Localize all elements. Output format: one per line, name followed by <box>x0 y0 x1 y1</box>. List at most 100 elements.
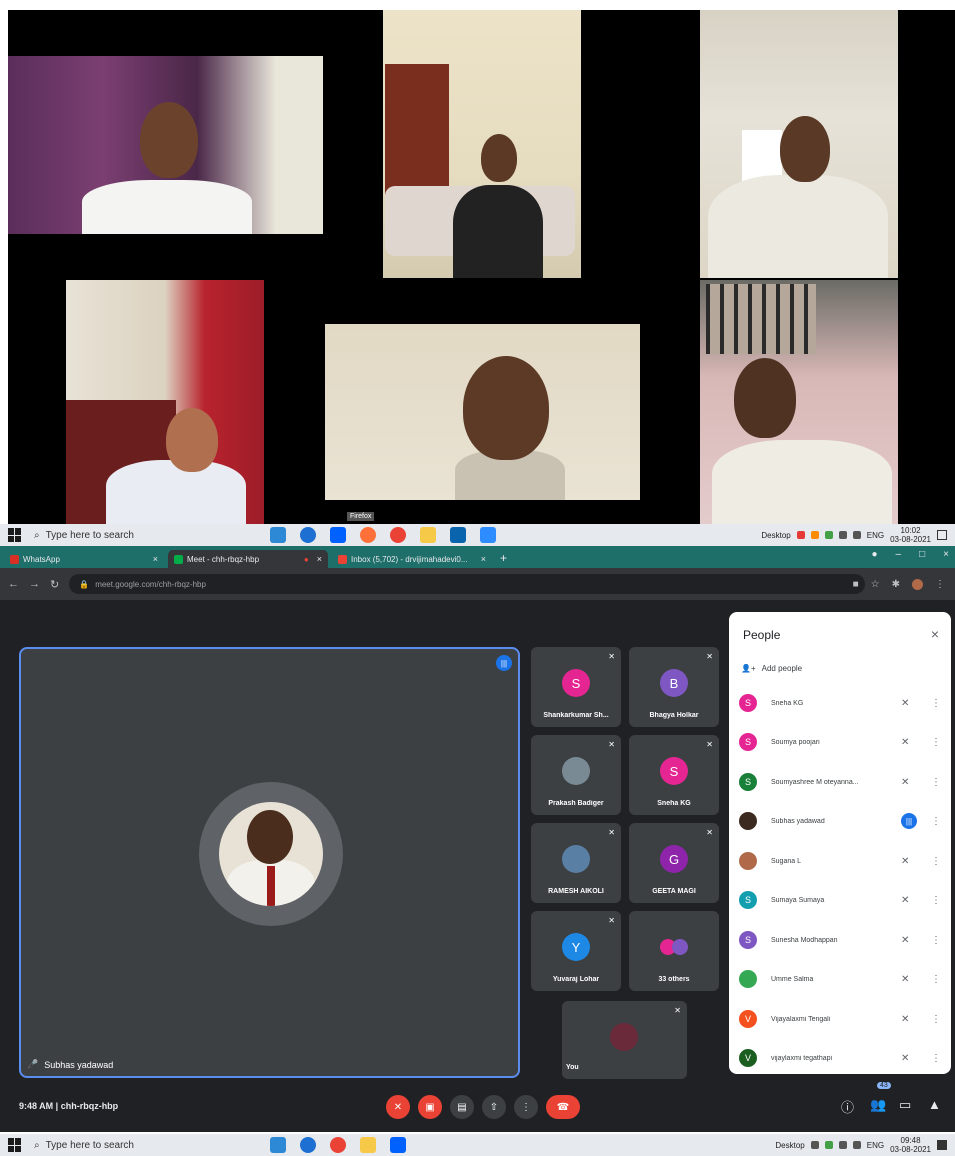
chrome-icon[interactable] <box>330 1137 346 1153</box>
more-options-icon[interactable]: ⋮ <box>931 698 941 709</box>
new-tab-button[interactable]: + <box>500 551 507 565</box>
camera-off-button[interactable]: ▣ <box>418 1095 442 1119</box>
participant-row[interactable]: S Sumaya Sumaya ✕ ⋮ <box>739 885 943 915</box>
others-tile[interactable]: 33 others <box>629 911 719 991</box>
close-icon[interactable]: × <box>931 626 939 642</box>
mic-off-icon[interactable]: ✕ <box>901 935 917 946</box>
participant-tile[interactable]: ✕ B Bhagya Holkar <box>629 647 719 727</box>
mic-off-icon[interactable]: ✕ <box>901 698 917 709</box>
captions-button[interactable]: ▤ <box>450 1095 474 1119</box>
forward-icon[interactable]: → <box>29 578 40 590</box>
dropbox-icon[interactable] <box>330 527 346 543</box>
activities-icon[interactable]: ▲ <box>928 1097 941 1112</box>
present-button[interactable]: ⇧ <box>482 1095 506 1119</box>
folder-icon[interactable] <box>360 1137 376 1153</box>
participant-tile[interactable]: ✕ S Shankarkumar Sh... <box>531 647 621 727</box>
tray-app-icon[interactable] <box>810 1141 819 1149</box>
chrome-icon[interactable] <box>390 527 406 543</box>
notification-icon[interactable] <box>937 530 947 540</box>
mic-off-button[interactable]: ✕ <box>386 1095 410 1119</box>
network-icon[interactable] <box>838 1141 847 1149</box>
participant-row[interactable]: Subhas yadawad ||| ⋮ <box>739 806 943 836</box>
file-explorer-icon[interactable] <box>270 527 286 543</box>
file-explorer-icon[interactable] <box>270 1137 286 1153</box>
close-tab-icon[interactable]: × <box>317 554 322 564</box>
mic-off-icon[interactable]: ✕ <box>901 1014 917 1025</box>
participant-row[interactable]: S Soumya poojari ✕ ⋮ <box>739 727 943 757</box>
participant-tile[interactable]: ✕ Y Yuvaraj Lohar <box>531 911 621 991</box>
avatar[interactable] <box>912 578 923 590</box>
minimize-icon[interactable]: – <box>896 549 902 560</box>
participant-row[interactable]: S Soumyashree M oteyanna... ✕ ⋮ <box>739 767 943 797</box>
participant-row[interactable]: V Vijayalaxmi Tengali ✕ ⋮ <box>739 1004 943 1034</box>
more-options-icon[interactable]: ⋮ <box>931 737 941 748</box>
windows-start-icon[interactable] <box>8 528 22 542</box>
desktop-label[interactable]: Desktop <box>761 531 790 540</box>
clock[interactable]: 09:48 03-08-2021 <box>890 1136 931 1154</box>
close-window-icon[interactable]: × <box>943 549 949 560</box>
edge-icon[interactable] <box>300 527 316 543</box>
volume-icon[interactable] <box>852 531 861 539</box>
folder-icon[interactable] <box>420 527 436 543</box>
windows-start-icon[interactable] <box>8 1138 22 1152</box>
desktop-label[interactable]: Desktop <box>775 1141 804 1150</box>
more-options-button[interactable]: ⋮ <box>514 1095 538 1119</box>
leave-call-button[interactable]: ☎ <box>546 1095 580 1119</box>
more-options-icon[interactable]: ⋮ <box>931 856 941 867</box>
tab-gmail[interactable]: Inbox (5,702) - drvijimahadevi0... × <box>332 550 492 568</box>
people-icon[interactable]: 👥 <box>870 1097 886 1113</box>
profile-icon[interactable]: ● <box>872 549 878 560</box>
edge-icon[interactable] <box>300 1137 316 1153</box>
mic-off-icon[interactable]: ✕ <box>901 737 917 748</box>
more-options-icon[interactable]: ⋮ <box>931 1053 941 1064</box>
tab-meet[interactable]: Meet - chh-rbqz-hbp ● × <box>168 550 328 568</box>
participant-row[interactable]: S Sunesha Modhappan ✕ ⋮ <box>739 925 943 955</box>
address-bar[interactable]: 🔒 meet.google.com/chh-rbqz-hbp <box>69 574 865 594</box>
zoom-icon[interactable] <box>480 527 496 543</box>
speaking-indicator-icon[interactable]: ||| <box>901 813 917 829</box>
participant-row[interactable]: Sugana L ✕ ⋮ <box>739 846 943 876</box>
taskbar-search[interactable]: ⌕ Type here to search <box>30 524 240 546</box>
notification-icon[interactable] <box>937 1140 947 1150</box>
participant-row[interactable]: V vijaylaxmi tegathapi ✕ ⋮ <box>739 1043 943 1073</box>
tab-whatsapp[interactable]: WhatsApp × <box>4 550 164 568</box>
firefox-icon[interactable] <box>360 527 376 543</box>
more-options-icon[interactable]: ⋮ <box>931 974 941 985</box>
self-tile[interactable]: ✕ You <box>562 1001 687 1079</box>
language-indicator[interactable]: ENG <box>867 1141 884 1150</box>
taskbar-search[interactable]: ⌕ Type here to search <box>30 1134 240 1156</box>
extensions-icon[interactable]: ✱ <box>892 579 900 590</box>
participant-tile[interactable]: ✕ Prakash Badiger <box>531 735 621 815</box>
star-icon[interactable]: ☆ <box>871 579 880 590</box>
mic-off-icon[interactable]: ✕ <box>901 974 917 985</box>
close-tab-icon[interactable]: × <box>481 554 486 564</box>
tray-app-icon[interactable] <box>824 531 833 539</box>
volume-icon[interactable] <box>852 1141 861 1149</box>
add-people-button[interactable]: 👤+ Add people <box>741 664 802 673</box>
mic-off-icon[interactable]: ✕ <box>901 895 917 906</box>
back-icon[interactable]: ← <box>8 578 19 590</box>
participant-tile[interactable]: ✕ RAMESH AIKOLI <box>531 823 621 903</box>
more-options-icon[interactable]: ⋮ <box>931 895 941 906</box>
mic-off-icon[interactable]: ✕ <box>901 856 917 867</box>
participant-row[interactable]: Umme Salma ✕ ⋮ <box>739 964 943 994</box>
more-options-icon[interactable]: ⋮ <box>931 1014 941 1025</box>
info-icon[interactable]: ⓘ <box>841 1097 854 1116</box>
main-speaker-tile[interactable]: ||| 🎤 Subhas yadawad <box>19 647 520 1078</box>
maximize-icon[interactable]: □ <box>919 549 925 560</box>
mic-off-icon[interactable]: ✕ <box>901 1053 917 1064</box>
outlook-icon[interactable] <box>450 527 466 543</box>
clock[interactable]: 10:02 03-08-2021 <box>890 526 931 544</box>
mic-off-icon[interactable]: ✕ <box>901 777 917 788</box>
tray-app-icon[interactable] <box>810 531 819 539</box>
participant-row[interactable]: S Sneha KG ✕ ⋮ <box>739 688 943 718</box>
participant-tile[interactable]: ✕ G GEETA MAGI <box>629 823 719 903</box>
chat-icon[interactable]: ▭ <box>899 1097 911 1113</box>
camera-icon[interactable]: ■ <box>853 579 859 590</box>
more-options-icon[interactable]: ⋮ <box>931 777 941 788</box>
more-options-icon[interactable]: ⋮ <box>931 816 941 827</box>
reload-icon[interactable]: ↻ <box>50 578 59 591</box>
language-indicator[interactable]: ENG <box>867 531 884 540</box>
close-tab-icon[interactable]: × <box>153 554 158 564</box>
tray-app-icon[interactable] <box>796 531 805 539</box>
